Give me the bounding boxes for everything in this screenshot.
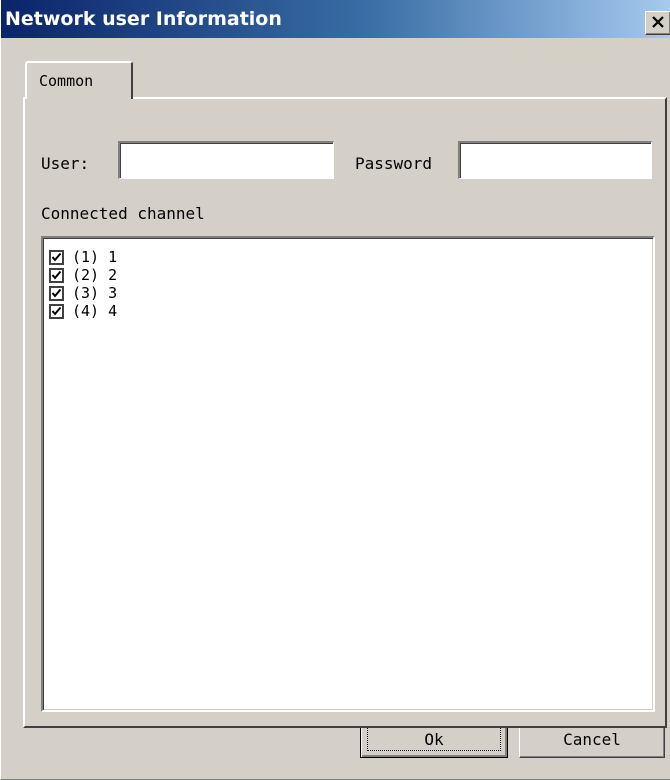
checkmark-icon <box>51 306 62 316</box>
channel-item-label: (3) 3 <box>72 284 118 302</box>
network-user-dialog: Network user Information Common User: Pa… <box>0 0 670 780</box>
checkmark-icon <box>51 270 62 280</box>
tab-common[interactable]: Common <box>25 61 133 99</box>
channel-item[interactable]: (2) 2 <box>49 266 117 284</box>
user-label: User: <box>41 154 90 173</box>
password-input[interactable] <box>458 141 652 179</box>
channel-item-label: (1) 1 <box>72 248 118 266</box>
channel-list[interactable]: (1) 1 (2) 2 (3) 3 (4) 4 <box>41 236 655 712</box>
connected-channel-label: Connected channel <box>41 204 205 223</box>
channel-checkbox[interactable] <box>49 267 64 283</box>
channel-item[interactable]: (3) 3 <box>49 284 117 302</box>
ok-button-label: Ok <box>424 730 444 749</box>
checkmark-icon <box>51 288 62 298</box>
close-button[interactable] <box>645 11 670 35</box>
password-label: Password <box>355 154 433 173</box>
channel-checkbox[interactable] <box>49 285 64 301</box>
channel-checkbox[interactable] <box>49 303 64 319</box>
channel-item[interactable]: (4) 4 <box>49 302 117 320</box>
channel-item-label: (4) 4 <box>72 302 118 320</box>
cancel-button-label: Cancel <box>563 730 621 749</box>
window-title: Network user Information <box>5 8 282 30</box>
title-bar[interactable]: Network user Information <box>1 0 670 38</box>
close-icon <box>652 16 664 28</box>
channel-checkbox[interactable] <box>49 249 64 265</box>
user-input[interactable] <box>118 141 334 179</box>
tab-common-label: Common <box>39 72 94 90</box>
channel-item[interactable]: (1) 1 <box>49 248 117 266</box>
channel-item-label: (2) 2 <box>72 266 118 284</box>
checkmark-icon <box>51 252 62 262</box>
